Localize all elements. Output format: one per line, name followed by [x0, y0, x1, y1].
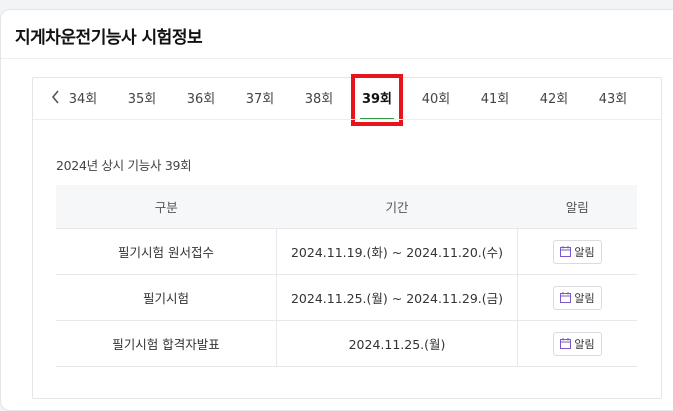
alarm-label: 알림 [574, 245, 595, 259]
calendar-icon [560, 292, 572, 303]
row-alarm-cell: 알림 [517, 228, 637, 275]
row-period: 2024.11.25.(월) ~ 2024.11.29.(금) [276, 274, 518, 321]
tab-round-34[interactable]: 34회 [61, 91, 105, 108]
round-tabs: 34회 35회 36회 37회 38회 39회 40회 41회 42회 43회 [33, 74, 661, 126]
divider [33, 119, 661, 120]
calendar-icon [560, 246, 572, 257]
tab-round-43[interactable]: 43회 [591, 91, 635, 108]
alarm-button[interactable]: 알림 [553, 285, 602, 310]
table-row: 필기시험 원서접수 2024.11.19.(화) ~ 2024.11.20.(수… [56, 228, 637, 275]
row-period: 2024.11.25.(월) [276, 320, 518, 367]
tab-round-41[interactable]: 41회 [473, 91, 517, 108]
row-category: 필기시험 합격자발표 [56, 320, 277, 367]
calendar-icon [560, 338, 572, 349]
tab-round-35[interactable]: 35회 [120, 91, 164, 108]
alarm-label: 알림 [574, 337, 595, 351]
tab-round-40[interactable]: 40회 [414, 91, 458, 108]
table-row: 필기시험 합격자발표 2024.11.25.(월) 알림 [56, 320, 637, 367]
section-label: 2024년 상시 기능사 39회 [56, 158, 192, 173]
divider [1, 58, 673, 59]
tab-round-36[interactable]: 36회 [179, 91, 223, 108]
row-category: 필기시험 원서접수 [56, 228, 277, 275]
alarm-label: 알림 [574, 291, 595, 305]
header-period: 기간 [276, 185, 518, 229]
table-row: 필기시험 2024.11.25.(월) ~ 2024.11.29.(금) 알림 [56, 274, 637, 321]
header-alarm: 알림 [517, 185, 637, 229]
tab-round-38[interactable]: 38회 [297, 91, 341, 108]
table-header-row: 구분 기간 알림 [56, 185, 637, 229]
header-category: 구분 [56, 185, 277, 229]
tab-round-37[interactable]: 37회 [238, 91, 282, 108]
row-category: 필기시험 [56, 274, 277, 321]
exam-info-card: 지게차운전기능사 시험정보 34회 35회 36회 37회 38회 39회 40… [0, 9, 673, 411]
row-period: 2024.11.19.(화) ~ 2024.11.20.(수) [276, 228, 518, 275]
row-alarm-cell: 알림 [517, 274, 637, 321]
alarm-button[interactable]: 알림 [553, 331, 602, 356]
row-alarm-cell: 알림 [517, 320, 637, 367]
exam-round-panel: 34회 35회 36회 37회 38회 39회 40회 41회 42회 43회 … [32, 74, 662, 399]
card-title: 지게차운전기능사 시험정보 [15, 28, 203, 48]
alarm-button[interactable]: 알림 [553, 239, 602, 264]
tab-round-42[interactable]: 42회 [532, 91, 576, 108]
schedule-table: 구분 기간 알림 필기시험 원서접수 2024.11.19.(화) ~ 2024… [56, 185, 637, 367]
